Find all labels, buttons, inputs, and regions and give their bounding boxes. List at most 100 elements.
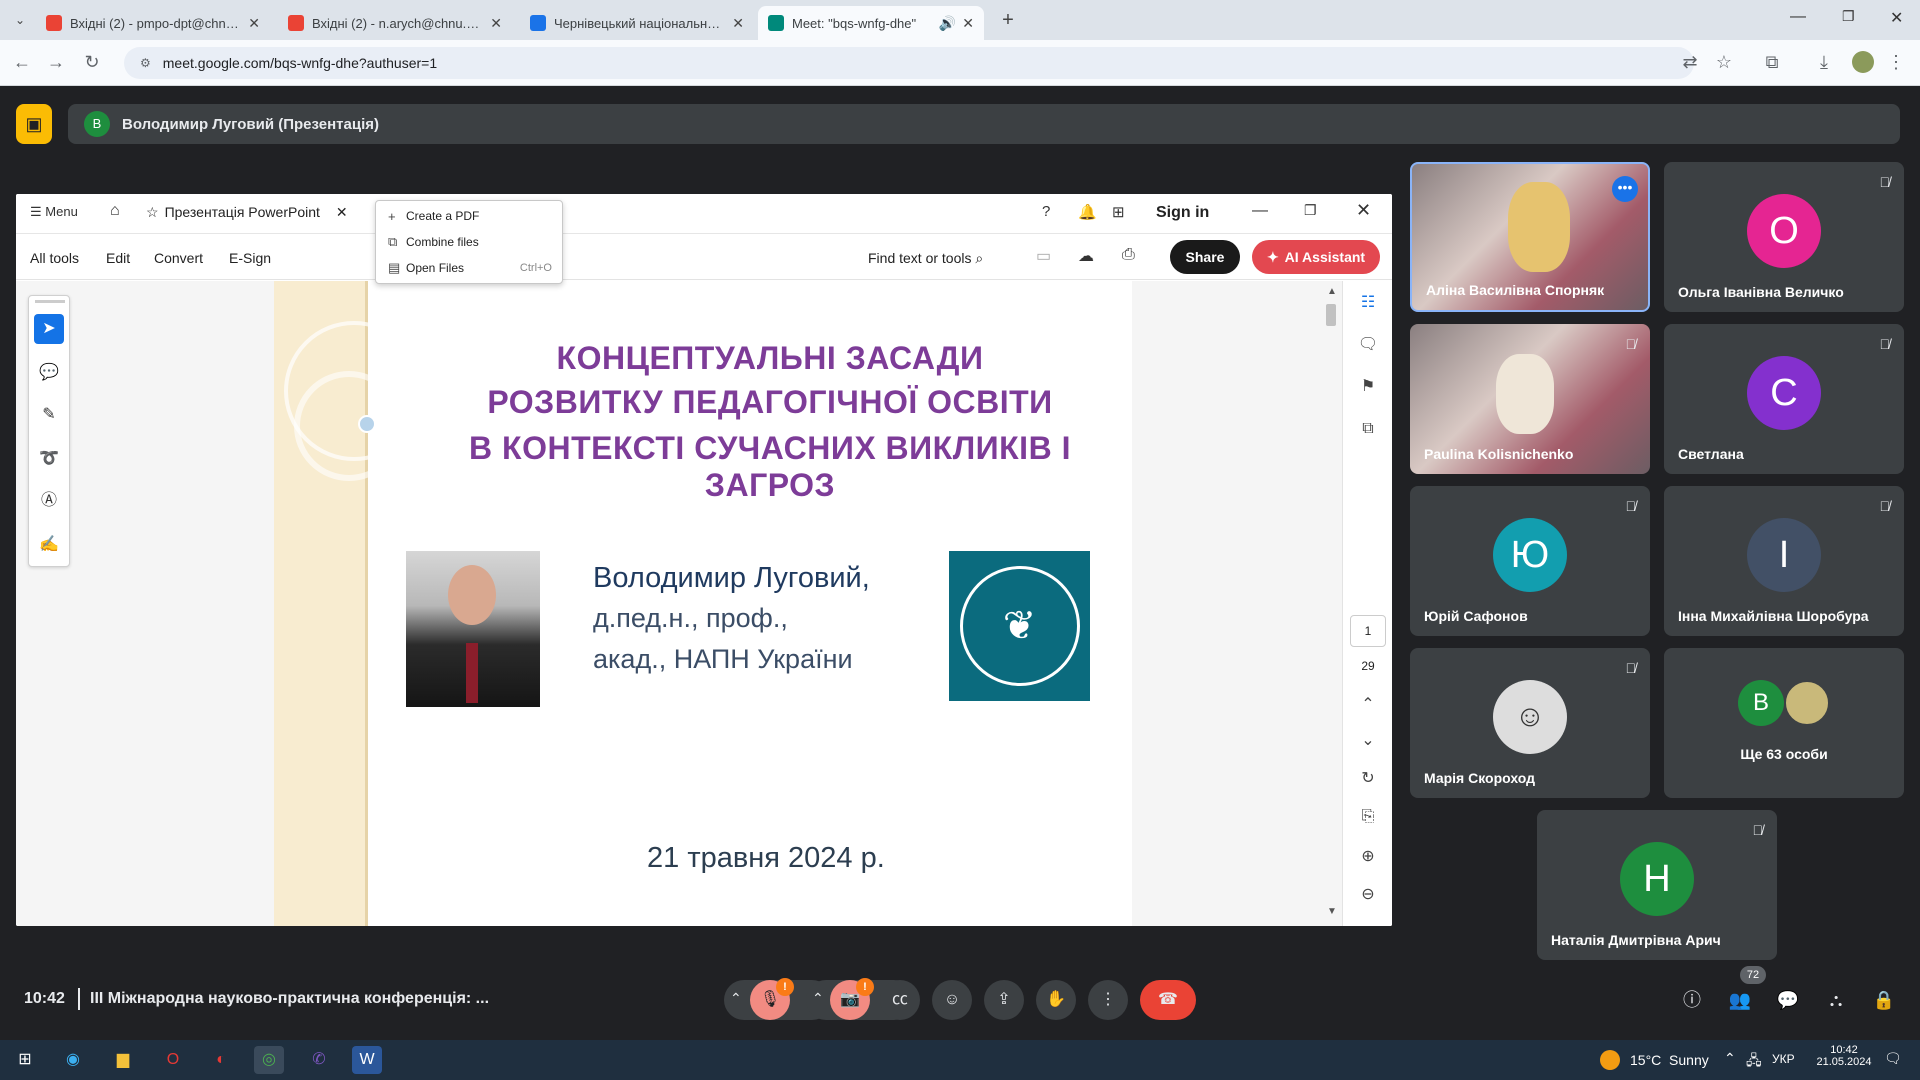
forward-icon[interactable]: → (44, 50, 68, 74)
tab-mail-1[interactable]: Вхідні (2) - pmpo-dpt@chnu.edu.ua ✕ (36, 6, 270, 40)
tab-meet[interactable]: Meet: "bqs-wnfg-dhe" 🔊 ✕ (758, 6, 984, 40)
opera-icon[interactable]: O (158, 1046, 188, 1074)
close-window-icon[interactable]: ✕ (1890, 8, 1903, 28)
page-fit-icon[interactable]: ⎘ (1356, 805, 1380, 829)
home-icon[interactable]: ⌂ (110, 202, 120, 220)
esign-menu[interactable]: E-Sign (229, 250, 271, 266)
restore-icon[interactable]: ❐ (1842, 8, 1855, 25)
tray-chevron-icon[interactable]: ⌃ (1724, 1050, 1736, 1067)
windows-start-icon[interactable]: ⊞ (10, 1046, 40, 1074)
ai-summary-icon[interactable]: ☷ (1356, 291, 1380, 315)
back-icon[interactable]: ← (10, 50, 34, 74)
previous-page-icon[interactable]: ⌃ (1356, 693, 1380, 717)
minimize-icon[interactable]: — (1252, 202, 1268, 220)
zoom-out-icon[interactable]: ⊖ (1356, 883, 1380, 907)
scrollbar[interactable]: ▲ ▼ (1324, 286, 1338, 926)
scroll-up-icon[interactable]: ▲ (1327, 286, 1337, 297)
browser-menu-icon[interactable]: ⋮ (1884, 50, 1908, 74)
document-tab[interactable]: ☆ Презентація PowerPoint ✕ (146, 204, 348, 221)
scroll-down-icon[interactable]: ▼ (1327, 906, 1337, 917)
minimize-icon[interactable]: — (1790, 8, 1806, 26)
panel-handle[interactable] (35, 300, 65, 303)
more-participants-tile[interactable]: В Ще 63 особи (1664, 648, 1904, 798)
apps-grid-icon[interactable]: ⊞ (1112, 203, 1125, 221)
emoji-button[interactable]: ☺ (932, 980, 972, 1020)
translate-icon[interactable]: ⇄ (1678, 50, 1702, 74)
activities-icon[interactable]: ⛬ (1820, 984, 1852, 1016)
extensions-icon[interactable]: ⧉ (1760, 50, 1784, 74)
network-icon[interactable]: 🖧 (1746, 1050, 1762, 1074)
restore-icon[interactable]: ❐ (1304, 202, 1317, 219)
leave-call-button[interactable]: ☎ (1140, 980, 1196, 1020)
tab-mail-2[interactable]: Вхідні (2) - n.arych@chnu.edu.ua ✕ (278, 6, 512, 40)
menu-button[interactable]: ☰ Menu (30, 204, 78, 220)
bell-icon[interactable]: 🔔 (1078, 203, 1097, 221)
upload-cloud-icon[interactable]: ☁ (1078, 246, 1094, 266)
convert-menu[interactable]: Convert (154, 250, 203, 266)
page-number-input[interactable]: 1 (1350, 615, 1386, 647)
participant-tile[interactable]: 🎙̸ Ю Юрій Сафонов (1410, 486, 1650, 636)
text-select-icon[interactable]: Ⓐ (34, 486, 64, 516)
combine-files-item[interactable]: ⧉ Combine files (376, 229, 562, 255)
open-files-item[interactable]: ▤ Open Files Ctrl+O (376, 255, 562, 281)
stop-presenting-icon[interactable]: ▣ (16, 104, 52, 144)
star-icon[interactable]: ☆ (146, 204, 159, 221)
pages-icon[interactable]: ⧉ (1356, 417, 1380, 441)
address-bar[interactable]: ⚙ meet.google.com/bqs-wnfg-dhe?authuser=… (124, 47, 1694, 79)
participant-tile[interactable]: 🎙̸ І Інна Михайлівна Шоробура (1664, 486, 1904, 636)
word-icon[interactable]: W (352, 1046, 382, 1074)
people-icon[interactable]: 👥 (1724, 984, 1756, 1016)
highlight-pen-icon[interactable]: ✎ (34, 400, 64, 430)
close-icon[interactable]: ✕ (490, 15, 502, 32)
all-tools-menu[interactable]: All tools (30, 250, 79, 266)
weather-text[interactable]: 15°C Sunny (1630, 1052, 1709, 1068)
rotate-icon[interactable]: ↻ (1356, 767, 1380, 791)
save-icon[interactable]: ▭ (1036, 246, 1051, 266)
present-screen-button[interactable]: ⇪ (984, 980, 1024, 1020)
participant-tile[interactable]: 🎙̸ ☺ Марія Скороход (1410, 648, 1650, 798)
host-controls-icon[interactable]: 🔒 (1868, 984, 1900, 1016)
chat-icon[interactable]: 💬 (1772, 984, 1804, 1016)
mic-options-chevron-icon[interactable]: ⌃ (730, 990, 742, 1007)
bookmarks-icon[interactable]: ⚑ (1356, 375, 1380, 399)
close-icon[interactable]: ✕ (248, 15, 260, 32)
edge-icon[interactable]: ◉ (58, 1046, 88, 1074)
tab-university[interactable]: Чернівецький національний університет ✕ (520, 6, 754, 40)
chrome-icon[interactable]: ◎ (254, 1046, 284, 1074)
find-tools[interactable]: Find text or tools ⌕ (868, 250, 983, 267)
tab-search-icon[interactable]: ⌄ (8, 8, 32, 32)
participant-tile[interactable]: 🎙̸ С Светлана (1664, 324, 1904, 474)
add-comment-icon[interactable]: 💬 (34, 358, 64, 388)
new-tab-button[interactable]: + (996, 8, 1020, 32)
meeting-info-icon[interactable]: ⓘ (1676, 984, 1708, 1016)
site-info-icon[interactable]: ⚙ (140, 56, 151, 70)
scroll-thumb[interactable] (1326, 304, 1336, 326)
close-icon[interactable]: ✕ (962, 15, 974, 32)
close-icon[interactable]: ✕ (336, 204, 348, 221)
bookmark-star-icon[interactable]: ☆ (1712, 50, 1736, 74)
zoom-in-icon[interactable]: ⊕ (1356, 845, 1380, 869)
reload-icon[interactable]: ↻ (80, 50, 104, 74)
close-window-icon[interactable]: ✕ (1356, 200, 1371, 221)
create-pdf-item[interactable]: + Create a PDF (376, 203, 562, 229)
sign-icon[interactable]: ✍ (34, 530, 64, 560)
more-options-button[interactable]: ⋮ (1088, 980, 1128, 1020)
app-icon[interactable]: ◐ (206, 1046, 236, 1074)
edit-menu[interactable]: Edit (106, 250, 130, 266)
raise-hand-button[interactable]: ✋ (1036, 980, 1076, 1020)
close-icon[interactable]: ✕ (732, 15, 744, 32)
viber-icon[interactable]: ✆ (304, 1046, 334, 1074)
notifications-icon[interactable]: 🗨 (1884, 1050, 1902, 1067)
profile-avatar[interactable] (1852, 51, 1874, 73)
comments-icon[interactable]: 🗨 (1356, 333, 1380, 357)
share-button[interactable]: Share (1170, 240, 1240, 274)
help-icon[interactable]: ? (1042, 203, 1050, 220)
ai-assistant-button[interactable]: ✦ AI Assistant (1252, 240, 1380, 274)
participant-tile[interactable]: 🎙̸ Н Наталія Дмитрівна Арич (1537, 810, 1777, 960)
camera-options-chevron-icon[interactable]: ⌃ (812, 990, 824, 1007)
print-icon[interactable]: ⎙ (1122, 246, 1135, 264)
more-options-icon[interactable]: ••• (1612, 176, 1638, 202)
speaker-icon[interactable]: 🔊 (939, 15, 956, 32)
draw-lasso-icon[interactable]: ➰ (34, 444, 64, 474)
file-explorer-icon[interactable]: ▆ (108, 1046, 138, 1074)
